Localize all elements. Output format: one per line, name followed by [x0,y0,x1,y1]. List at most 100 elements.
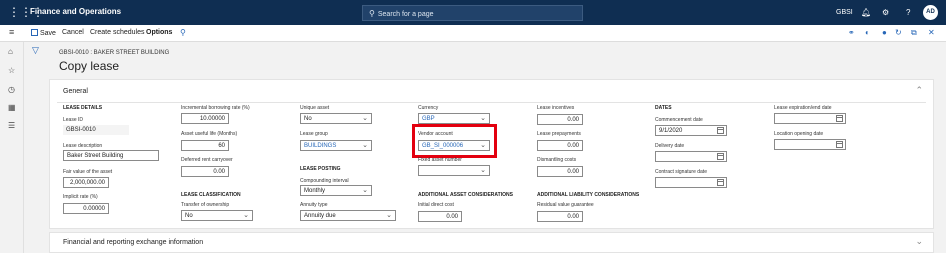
fixed-asset-select[interactable]: ⌄ [418,165,490,176]
lease-incentives-field[interactable]: 0.00 [537,114,583,125]
left-nav: ⌂ ☆ ◷ ▦ ☰ [0,42,24,253]
financial-fasttab-title[interactable]: Financial and reporting exchange informa… [63,239,203,246]
currency-select[interactable]: GBP ⌄ [418,113,490,124]
global-search-input[interactable]: ⚲ Search for a page [362,5,583,21]
ibr-field[interactable]: 10.00000 [181,113,229,124]
cancel-button[interactable]: Cancel [62,29,84,36]
breadcrumb: GBSI-0010 : BAKER STREET BUILDING [59,50,170,56]
popout-icon[interactable]: ⧉ [911,28,917,38]
lease-prepayments-label: Lease prepayments [537,131,581,137]
attach-icon[interactable]: ● [882,28,887,37]
transfer-ownership-select[interactable]: No ⌄ [181,210,253,221]
create-schedules-button[interactable]: Create schedules [90,29,144,36]
commencement-date-field[interactable]: 9/1/2020 [655,125,727,136]
chevron-down-icon: ⌄ [362,187,368,194]
chevron-down-icon: ⌄ [243,212,249,219]
page-title: Copy lease [59,59,120,73]
compounding-select[interactable]: Monthly ⌄ [300,185,372,196]
workspaces-icon[interactable]: ▦ [8,103,16,112]
currency-value: GBP [422,116,435,122]
office-icon[interactable]: ◐ [865,28,870,37]
help-icon[interactable]: ? [906,0,910,25]
location-opening-date-field[interactable] [774,139,846,150]
company-picker[interactable]: GBSI [836,0,853,25]
action-pane: ≡ Save Cancel Create schedules Options ⚲… [0,25,946,42]
lease-details-header: LEASE DETAILS [63,105,103,111]
fixed-asset-label: Fixed asset number [418,157,462,163]
gear-icon[interactable]: ⚙ [882,0,889,25]
expiration-date-field[interactable] [774,113,846,124]
lease-id-label: Lease ID [63,117,84,123]
fair-value-label: Fair value of the asset [63,169,113,175]
useful-life-field[interactable]: 60 [181,140,229,151]
lease-classification-header: LEASE CLASSIFICATION [181,192,241,198]
favorites-icon[interactable]: ☆ [8,66,15,75]
unique-asset-label: Unique asset [300,105,330,111]
delivery-date-field[interactable] [655,151,727,162]
action-search-icon[interactable]: ⚲ [180,28,186,37]
unique-asset-select[interactable]: No ⌄ [300,113,372,124]
bell-icon[interactable]: 🔔︎ [861,0,871,25]
calendar-icon[interactable] [836,141,843,148]
lease-group-select[interactable]: BUILDINGS ⌄ [300,140,372,151]
save-button[interactable]: Save [31,29,56,37]
lease-prepayments-field[interactable]: 0.00 [537,140,583,151]
implicit-rate-label: Implicit rate (%) [63,194,98,200]
chevron-down-icon[interactable]: ⌄ [915,236,923,247]
dismantling-label: Dismantling costs [537,157,577,163]
chevron-down-icon: ⌄ [386,212,392,219]
lease-description-field[interactable]: Baker Street Building [63,150,159,161]
chevron-up-icon[interactable]: ⌃ [915,85,923,96]
search-placeholder: Search for a page [377,11,434,18]
useful-life-label: Asset useful life (Months) [181,131,238,137]
save-label: Save [40,30,56,37]
close-icon[interactable]: ✕ [928,28,935,37]
calendar-icon[interactable] [717,127,724,134]
annuity-type-value: Annuity due [304,213,336,219]
calendar-icon[interactable] [717,153,724,160]
deferred-rent-label: Deferred rent carryover [181,157,233,163]
deferred-rent-field[interactable]: 0.00 [181,166,229,177]
link-icon[interactable]: ⚭ [848,28,855,37]
hamburger-icon[interactable]: ≡ [9,27,14,37]
financial-fasttab: Financial and reporting exchange informa… [49,232,934,253]
initial-direct-cost-field[interactable]: 0.00 [418,211,462,222]
addl-asset-header: ADDITIONAL ASSET CONSIDERATIONS [418,192,513,198]
filter-icon[interactable]: ▽ [32,45,39,56]
save-icon [31,29,38,36]
residual-value-label: Residual value guarantee [537,202,594,208]
search-icon: ⚲ [369,9,375,18]
refresh-icon[interactable]: ↻ [895,28,902,37]
annuity-type-select[interactable]: Annuity due ⌄ [300,210,396,221]
fair-value-field[interactable]: 2,000,000.00 [63,177,109,188]
vendor-account-highlight [412,124,497,158]
contract-signature-label: Contract signature date [655,169,707,175]
dates-header: DATES [655,105,672,111]
general-fasttab-title[interactable]: General [63,88,88,95]
chevron-down-icon: ⌄ [480,115,486,122]
commencement-value: 9/1/2020 [659,128,683,134]
options-tab[interactable]: Options [146,29,172,36]
calendar-icon[interactable] [836,115,843,122]
transfer-ownership-label: Transfer of ownership [181,202,230,208]
lease-id-value: GBSI-0010 [63,125,129,135]
ibr-label: Incremental borrowing rate (%) [181,105,250,111]
recent-icon[interactable]: ◷ [8,85,15,94]
location-opening-label: Location opening date [774,131,824,137]
modules-icon[interactable]: ☰ [8,121,15,130]
app-title: Finance and Operations [30,7,122,16]
avatar[interactable]: AD [923,5,938,20]
contract-signature-date-field[interactable] [655,177,727,188]
initial-direct-cost-label: Initial direct cost [418,202,454,208]
compounding-value: Monthly [304,188,326,194]
dismantling-field[interactable]: 0.00 [537,166,583,177]
implicit-rate-field[interactable]: 0.00000 [63,203,109,214]
currency-label: Currency [418,105,439,111]
residual-value-field[interactable]: 0.00 [537,211,583,222]
chevron-down-icon: ⌄ [362,142,368,149]
home-icon[interactable]: ⌂ [8,47,13,56]
transfer-ownership-value: No [185,213,193,219]
chevron-down-icon: ⌄ [362,115,368,122]
addl-liability-header: ADDITIONAL LIABILITY CONSIDERATIONS [537,192,640,198]
calendar-icon[interactable] [717,179,724,186]
